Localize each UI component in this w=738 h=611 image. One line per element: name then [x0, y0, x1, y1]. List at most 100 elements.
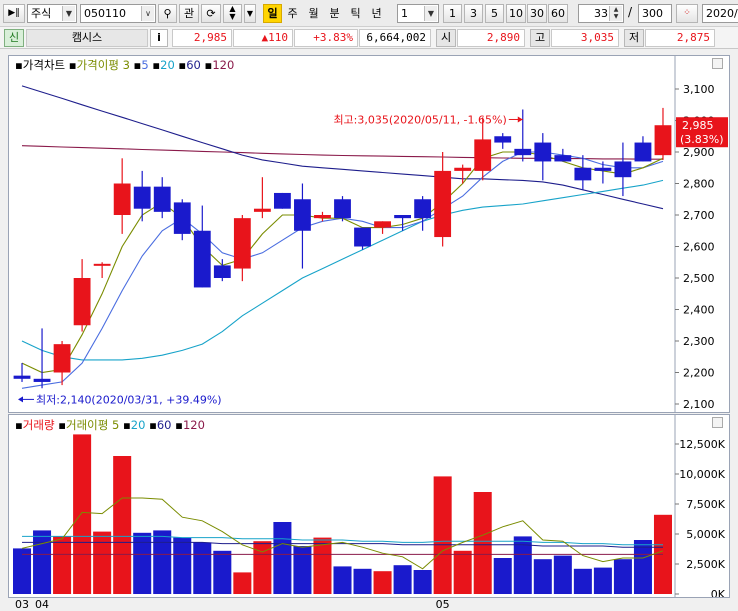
volume-bar	[293, 546, 312, 594]
count-stepper[interactable]: 33 ▲ ▼	[578, 4, 624, 23]
price-tick-label: 2,600	[683, 241, 715, 254]
interval-10-button[interactable]: 10	[506, 4, 526, 23]
interval-30-button[interactable]: 30	[527, 4, 547, 23]
panel-toggle-icon: ▶‖	[8, 8, 20, 18]
low-annotation: 최저:2,140(2020/03/31, +39.49%)	[36, 393, 222, 406]
count-total-value: 300	[642, 7, 663, 20]
volume-bar	[533, 559, 552, 594]
watch-button[interactable]: 관	[179, 4, 199, 23]
volume-bar	[633, 540, 652, 594]
volume-legend: ▪거래량 ▪거래이평 5 ▪20 ▪60 ▪120	[15, 417, 205, 433]
market-type-select[interactable]: 주식 ▼	[27, 4, 77, 23]
x-axis-label: 03	[15, 598, 29, 611]
price-tick-label: 2,400	[683, 304, 715, 317]
pane-maximize-button[interactable]	[712, 58, 723, 69]
candle-body	[113, 183, 131, 215]
panel-toggle-button[interactable]: ▶‖	[3, 4, 25, 23]
volume-chart[interactable]: 0K 2,500K 5,000K 7,500K 10,000K 12,500K	[9, 415, 729, 597]
date-input[interactable]: 2020/	[702, 4, 738, 23]
candle-body	[53, 344, 71, 373]
price-tick-label: 2,100	[683, 398, 715, 411]
trade-volume: 6,664,002	[359, 29, 431, 47]
candle-body	[314, 215, 331, 219]
volume-bar	[613, 559, 632, 594]
spin-button[interactable]: ▲ ▼	[223, 4, 242, 23]
period-week-button[interactable]: 주	[283, 4, 302, 23]
candle-body	[253, 208, 271, 212]
volume-tick-label: 12,500K	[679, 438, 725, 451]
search-icon: ⚲	[163, 7, 172, 20]
interval-1-button[interactable]: 1	[443, 4, 462, 23]
high-price: 3,035	[551, 29, 619, 47]
info-button[interactable]: i	[150, 29, 168, 47]
current-rate-label: (3.83%)	[680, 133, 724, 146]
candle-body	[594, 167, 612, 171]
volume-bar	[493, 558, 512, 594]
legend-marker-icon: ▪	[58, 418, 66, 432]
legend-marker-icon: ▪	[68, 58, 77, 72]
interval-60-button[interactable]: 60	[548, 4, 568, 23]
price-chart-pane[interactable]: 2,100 2,200 2,300 2,400 2,500 2,600 2,700 2,800…	[8, 55, 730, 413]
volume-bar	[153, 530, 172, 594]
candle-body	[73, 278, 91, 326]
x-axis-label: 04	[35, 598, 50, 611]
price-info-row: 신 캠시스 i 2,985 ▲110 +3.83% 6,664,002 시 2,…	[0, 27, 738, 49]
grid-settings-button[interactable]: ⁘	[676, 4, 698, 23]
high-arrow-icon	[517, 116, 523, 123]
volume-bar	[333, 566, 352, 594]
candle-body	[354, 227, 371, 247]
legend-sep: ▪	[149, 418, 157, 432]
volume-tick-label: 5,000K	[686, 528, 725, 541]
current-price-label: 2,985	[682, 119, 714, 132]
refresh-icon: ⟳	[206, 7, 216, 20]
interval-value: 1	[401, 7, 408, 20]
chevron-down-icon: ▼	[424, 6, 437, 21]
volume-tick-label: 0K	[711, 588, 726, 597]
volume-bar	[173, 537, 192, 594]
legend-ma20: 20	[160, 58, 175, 72]
legend-vma120: 120	[182, 418, 205, 432]
up-down-arrows-icon: ▲ ▼	[229, 4, 236, 21]
interval-5-button[interactable]: 5	[485, 4, 504, 23]
volume-bar	[113, 456, 132, 594]
open-label: 시	[436, 29, 456, 47]
prev-arrow-button[interactable]: ▼	[244, 4, 256, 23]
price-change: ▲110	[233, 29, 293, 47]
candle-body	[334, 199, 351, 219]
price-tick-label: 2,700	[683, 209, 715, 222]
refresh-button[interactable]: ⟳	[201, 4, 221, 23]
legend-vma5: 5	[111, 418, 120, 432]
interval-3-button[interactable]: 3	[464, 4, 483, 23]
volume-bar	[413, 570, 432, 594]
candle-body	[574, 167, 592, 181]
candle-body	[273, 192, 291, 209]
high-label: 고	[530, 29, 550, 47]
volume-chart-pane[interactable]: 0K 2,500K 5,000K 7,500K 10,000K 12,500K ▪거래량 …	[8, 414, 730, 598]
period-year-button[interactable]: 년	[367, 4, 386, 23]
candle-body	[514, 148, 532, 156]
legend-marker-icon: ▪	[15, 418, 23, 432]
pane-maximize-button[interactable]	[712, 417, 723, 428]
interval-select[interactable]: 1 ▼	[397, 4, 439, 23]
count-total-input[interactable]: 300	[638, 4, 672, 23]
volume-bar	[393, 565, 412, 594]
candle-body	[454, 167, 472, 171]
price-tick-label: 2,900	[683, 146, 715, 159]
price-chart[interactable]: 2,100 2,200 2,300 2,400 2,500 2,600 2,700 2,800…	[9, 56, 729, 412]
price-tick-label: 2,200	[683, 367, 715, 380]
legend-ma5: 5	[141, 58, 149, 72]
candle-body	[213, 265, 231, 278]
price-tick-label: 2,800	[683, 178, 715, 191]
stock-code-input[interactable]: 050110 ∨	[80, 4, 156, 23]
search-button[interactable]: ⚲	[158, 4, 177, 23]
period-day-button[interactable]: 일	[263, 4, 282, 23]
volume-tick-label: 10,000K	[679, 468, 725, 481]
candle-body	[193, 230, 211, 288]
volume-tick-label: 7,500K	[686, 498, 725, 511]
period-minute-button[interactable]: 분	[325, 4, 344, 23]
candle-body	[554, 155, 572, 162]
period-tick-button[interactable]: 틱	[346, 4, 365, 23]
count-value: 33	[594, 7, 608, 20]
volume-tick-label: 2,500K	[686, 558, 725, 571]
period-month-button[interactable]: 월	[304, 4, 323, 23]
